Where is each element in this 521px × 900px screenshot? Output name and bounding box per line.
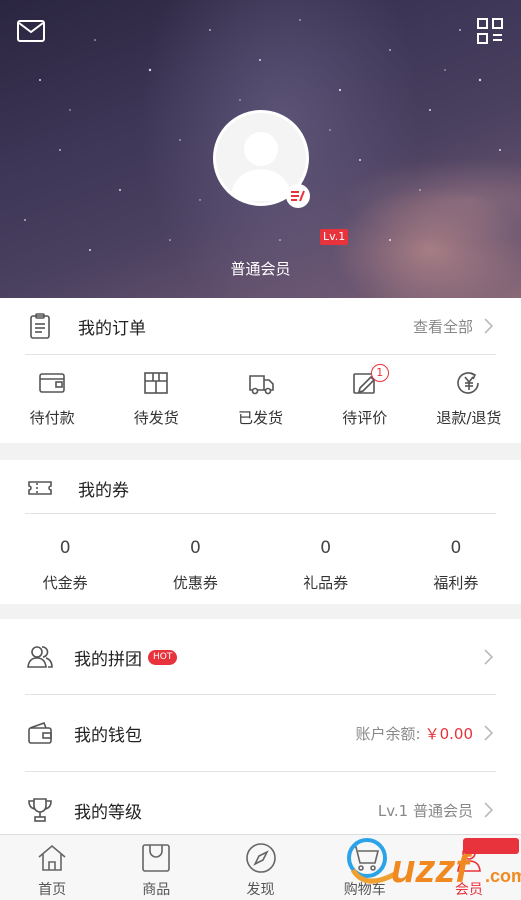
- coupon-label: 礼品券: [303, 574, 349, 592]
- divider: [25, 513, 496, 514]
- coupon-label: 优惠券: [172, 574, 218, 592]
- tab-products[interactable]: 商品: [104, 835, 208, 900]
- order-pending-shipment[interactable]: 待发货: [104, 355, 208, 443]
- member-name: 普通会员: [230, 260, 291, 278]
- coupons-card: 我的券 0 代金券 0 优惠券 0 礼品券 0 福利券: [0, 460, 521, 604]
- chevron-right-icon: [484, 802, 493, 818]
- order-shipped[interactable]: 已发货: [208, 355, 312, 443]
- chevron-right-icon: [484, 318, 493, 334]
- orders-card: 我的订单 查看全部 待付款 待发货 已发货 1 待评价 退款/退货: [0, 298, 521, 443]
- chevron-right-icon: [484, 649, 493, 665]
- hot-badge: HOT: [148, 649, 178, 665]
- tab-label: 发现: [246, 882, 275, 898]
- wallet-balance: 账户余额: ￥0.00: [356, 723, 493, 744]
- edit-profile-icon[interactable]: [286, 184, 310, 208]
- coupon-count: 0: [320, 538, 332, 558]
- level-value: Lv.1 普通会员: [377, 801, 473, 820]
- truck-icon: [248, 375, 274, 395]
- coupon-gift[interactable]: 0 礼品券: [261, 534, 391, 610]
- coupon-cash[interactable]: 0 代金券: [0, 534, 130, 610]
- group-buy-label: 我的拼团 HOT: [74, 645, 178, 670]
- level-label: 我的等级: [74, 802, 142, 823]
- coupon-label: 代金券: [42, 574, 88, 592]
- wallet-icon: [28, 721, 52, 744]
- order-refund[interactable]: 退款/退货: [417, 355, 521, 443]
- wallet-label: 我的钱包: [74, 725, 142, 746]
- ticket-icon: [28, 481, 52, 495]
- view-all-label: 查看全部: [412, 317, 473, 336]
- coupon-discount[interactable]: 0 优惠券: [130, 534, 260, 610]
- coupons-title: 我的券: [78, 480, 129, 501]
- order-status-label: 待付款: [29, 409, 75, 427]
- group-buy-row[interactable]: 我的拼团 HOT: [0, 619, 521, 695]
- view-all-orders-link[interactable]: 查看全部: [413, 316, 493, 337]
- wallet-row[interactable]: 我的钱包 账户余额: ￥0.00: [0, 695, 521, 771]
- balance-label: 账户余额:: [355, 724, 421, 743]
- shopping-bag-icon: [142, 844, 171, 872]
- group-buy-text: 我的拼团: [74, 649, 142, 670]
- orders-header[interactable]: 我的订单 查看全部: [0, 298, 521, 354]
- tab-label: 首页: [38, 882, 67, 898]
- mail-icon[interactable]: [14, 14, 48, 48]
- review-count-badge: 1: [370, 364, 389, 382]
- tab-label: 商品: [142, 882, 171, 898]
- svg-text:.com: .com: [485, 866, 521, 886]
- clipboard-icon: [30, 313, 50, 339]
- group-buy-chevron: [473, 649, 493, 665]
- menu-list-card: 我的拼团 HOT 我的钱包 账户余额: ￥0.00 我的等级 Lv.1 普通会员: [0, 619, 521, 834]
- order-pending-review[interactable]: 1 待评价: [313, 355, 417, 443]
- group-users-icon: [27, 646, 53, 668]
- level-value-group: Lv.1 普通会员: [378, 800, 493, 821]
- coupon-welfare[interactable]: 0 福利券: [391, 534, 521, 610]
- order-status-label: 退款/退货: [436, 409, 502, 427]
- level-tag: Lv.1: [320, 229, 349, 245]
- coupon-count: 0: [59, 538, 71, 558]
- coupons-header[interactable]: 我的券: [0, 460, 521, 516]
- coupon-count: 0: [189, 538, 201, 558]
- qr-code-icon[interactable]: [473, 14, 507, 48]
- home-icon: [38, 844, 66, 871]
- profile-header: Lv.1 普通会员: [0, 0, 521, 298]
- coupon-label: 福利券: [433, 574, 479, 592]
- coupon-row: 0 代金券 0 优惠券 0 礼品券 0 福利券: [0, 534, 521, 610]
- wallet-icon: [39, 373, 65, 393]
- tab-discover[interactable]: 发现: [208, 835, 312, 900]
- orders-title: 我的订单: [78, 318, 146, 339]
- trophy-icon: [28, 798, 52, 822]
- balance-amount: ￥0.00: [424, 724, 473, 743]
- order-status-label: 待发货: [133, 409, 179, 427]
- order-status-label: 已发货: [238, 409, 284, 427]
- tab-home[interactable]: 首页: [0, 835, 104, 900]
- order-status-label: 待评价: [342, 409, 388, 427]
- chevron-right-icon: [484, 725, 493, 741]
- svg-text:uzzf: uzzf: [391, 847, 472, 891]
- refund-yen-icon: [457, 372, 479, 394]
- order-status-row: 待付款 待发货 已发货 1 待评价 退款/退货: [0, 355, 521, 443]
- compass-icon: [245, 843, 276, 873]
- package-icon: [144, 372, 169, 394]
- coupon-count: 0: [450, 538, 462, 558]
- order-pending-payment[interactable]: 待付款: [0, 355, 104, 443]
- watermark-logo: uzzf .com: [347, 838, 521, 891]
